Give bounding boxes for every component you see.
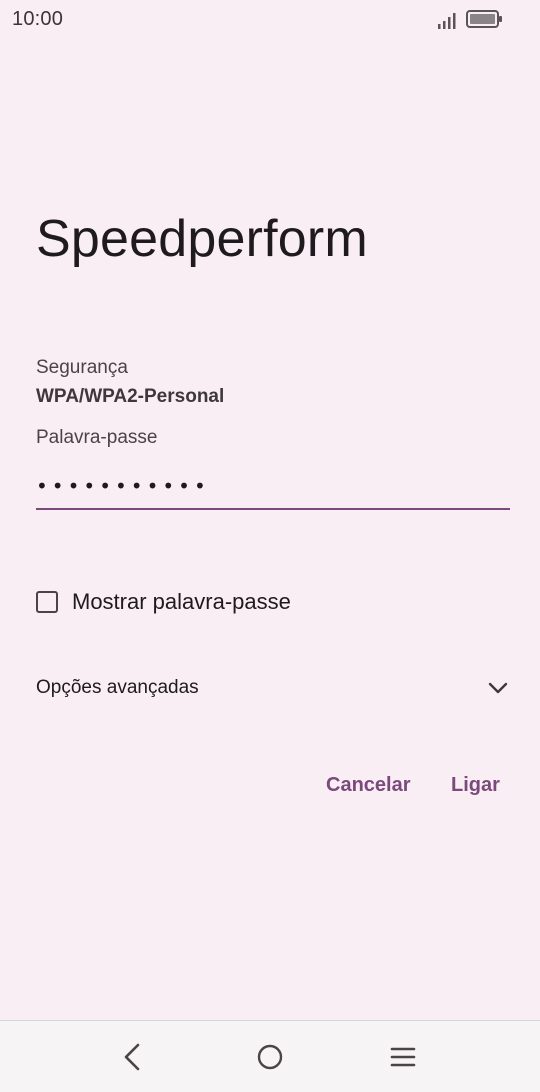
- password-label: Palavra-passe: [36, 427, 158, 448]
- advanced-options-row[interactable]: Opções avançadas: [36, 668, 510, 708]
- chevron-down-icon[interactable]: [486, 676, 510, 700]
- advanced-options-label: Opções avançadas: [36, 677, 199, 698]
- show-password-checkbox[interactable]: [36, 591, 58, 613]
- network-title: Speedperform: [36, 210, 368, 268]
- security-value: WPA/WPA2-Personal: [36, 386, 225, 407]
- password-field[interactable]: [36, 466, 510, 510]
- navigation-bar: [0, 1020, 540, 1092]
- cancel-button[interactable]: Cancelar: [322, 765, 415, 805]
- status-time: 10:00: [12, 8, 64, 30]
- signal-icon: [438, 13, 456, 29]
- connect-button[interactable]: Ligar: [447, 765, 504, 805]
- battery-icon: [466, 10, 502, 28]
- status-bar: 10:00: [0, 0, 540, 40]
- menu-icon[interactable]: [388, 1044, 418, 1070]
- show-password-row[interactable]: Mostrar palavra-passe: [34, 584, 334, 620]
- show-password-label: Mostrar palavra-passe: [72, 589, 291, 614]
- back-icon[interactable]: [118, 1041, 148, 1073]
- home-icon[interactable]: [255, 1042, 285, 1072]
- security-label: Segurança: [36, 357, 128, 378]
